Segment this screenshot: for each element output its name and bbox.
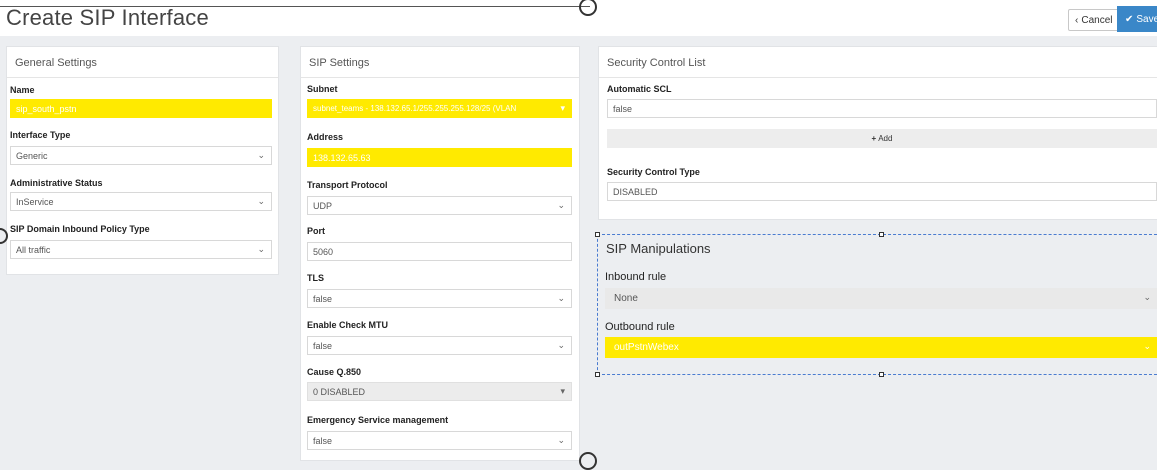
add-button[interactable]: + Add — [607, 129, 1157, 148]
security-type-select[interactable]: DISABLED — [607, 182, 1157, 201]
selection-handle[interactable] — [595, 372, 600, 377]
page-title: Create SIP Interface — [6, 5, 209, 30]
inbound-rule-select[interactable]: None ⌄ — [605, 288, 1157, 309]
inbound-policy-select[interactable]: All traffic ⌄ — [10, 240, 272, 259]
resize-handle[interactable] — [579, 452, 597, 470]
interface-type-label: Interface Type — [10, 130, 71, 140]
cancel-button[interactable]: ‹ Cancel — [1068, 9, 1120, 31]
panel-title: SIP Settings — [301, 47, 579, 78]
chevron-down-icon: ⌄ — [1143, 292, 1151, 302]
outbound-rule-select[interactable]: outPstnWebex ⌄ — [605, 337, 1157, 358]
mtu-select[interactable]: false ⌄ — [307, 336, 572, 355]
cause-label: Cause Q.850 — [307, 367, 362, 377]
address-field[interactable]: 138.132.65.63 — [307, 148, 572, 167]
chevron-down-icon: ⌄ — [557, 293, 565, 303]
chevron-down-icon: ⌄ — [557, 340, 565, 350]
chevron-down-icon: ⌄ — [257, 244, 265, 254]
emergency-select[interactable]: false ⌄ — [307, 431, 572, 450]
subnet-select[interactable]: subnet_teams - 138.132.65.1/255.255.255.… — [307, 99, 572, 118]
admin-status-label: Administrative Status — [10, 178, 103, 188]
selection-handle[interactable] — [879, 372, 884, 377]
check-icon: ✔ — [1125, 13, 1134, 25]
chevron-down-icon: ▾ — [560, 386, 565, 396]
sip-manipulations-title: SIP Manipulations — [606, 241, 711, 256]
cause-select[interactable]: 0 DISABLED ▾ — [307, 382, 572, 401]
name-label: Name — [10, 85, 35, 95]
tls-label: TLS — [307, 273, 324, 283]
port-field[interactable]: 5060 — [307, 242, 572, 261]
selection-handle[interactable] — [595, 232, 600, 237]
security-type-label: Security Control Type — [607, 167, 700, 177]
tls-select[interactable]: false ⌄ — [307, 289, 572, 308]
chevron-down-icon: ▾ — [560, 103, 565, 113]
plus-icon: + — [871, 134, 877, 143]
name-field[interactable]: sip_south_pstn — [10, 99, 272, 118]
auto-scl-select[interactable]: false — [607, 99, 1157, 118]
chevron-down-icon: ⌄ — [1143, 341, 1151, 351]
panel-title: General Settings — [7, 47, 278, 78]
chevron-down-icon: ⌄ — [557, 435, 565, 445]
chevron-down-icon: ⌄ — [557, 200, 565, 210]
interface-type-select[interactable]: Generic ⌄ — [10, 146, 272, 165]
subnet-label: Subnet — [307, 84, 338, 94]
admin-status-select[interactable]: InService ⌄ — [10, 192, 272, 211]
port-label: Port — [307, 226, 325, 236]
chevron-down-icon: ⌄ — [257, 150, 265, 160]
transport-select[interactable]: UDP ⌄ — [307, 196, 572, 215]
selection-handle[interactable] — [879, 232, 884, 237]
panel-title: Security Control List — [599, 47, 1157, 78]
transport-label: Transport Protocol — [307, 180, 388, 190]
address-label: Address — [307, 132, 344, 142]
outbound-rule-label: Outbound rule — [605, 321, 675, 333]
emergency-label: Emergency Service management — [307, 415, 449, 425]
save-button[interactable]: ✔ Save — [1117, 6, 1157, 32]
inbound-policy-label: SIP Domain Inbound Policy Type — [10, 224, 150, 234]
chevron-down-icon: ⌄ — [257, 196, 265, 206]
mtu-label: Enable Check MTU — [307, 320, 389, 330]
auto-scl-label: Automatic SCL — [607, 84, 672, 94]
inbound-rule-label: Inbound rule — [605, 271, 667, 283]
chevron-left-icon: ‹ — [1075, 14, 1079, 26]
